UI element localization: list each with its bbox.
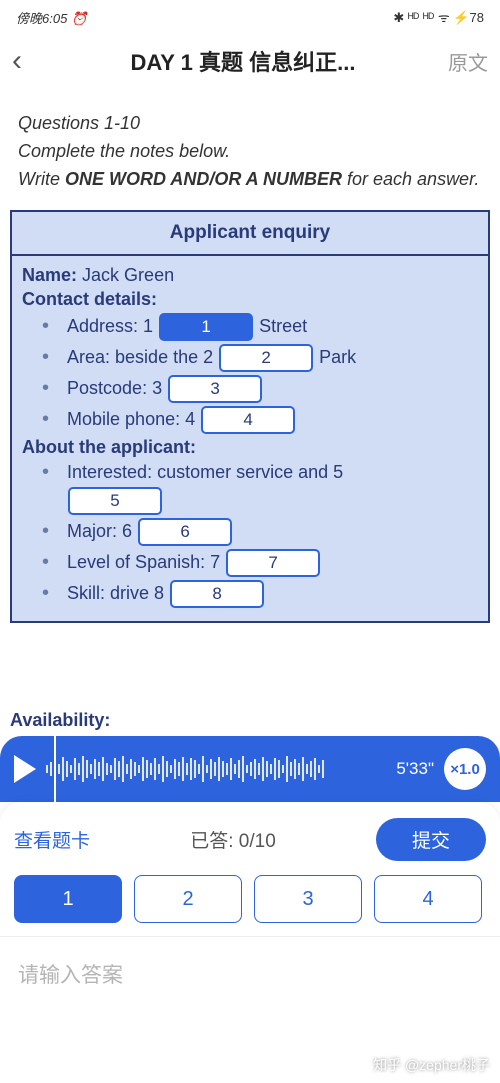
blank-5[interactable]: 5 [68, 487, 162, 515]
view-card-button[interactable]: 查看题卡 [14, 826, 90, 853]
major-row: Major: 6 6 [22, 518, 478, 546]
blank-1[interactable]: 1 [159, 313, 253, 341]
progress-indicator[interactable] [54, 736, 56, 802]
interested-blank-row: 5 [22, 487, 478, 515]
question-nav-2[interactable]: 2 [134, 875, 242, 923]
mobile-row: Mobile phone: 4 4 [22, 406, 478, 434]
status-bar: 傍晚6:05 ⏰ ✱ ᴴᴰ ᴴᴰ ᯤ ⚡78 [0, 0, 500, 34]
controls-panel: 查看题卡 已答: 0/10 提交 1 2 3 4 [0, 802, 500, 937]
instruction-line: Write ONE WORD AND/OR A NUMBER for each … [18, 166, 482, 194]
instruction-line: Questions 1-10 [18, 110, 482, 138]
form-title: Applicant enquiry [12, 212, 488, 256]
instructions: Questions 1-10 Complete the notes below.… [0, 92, 500, 194]
blank-7[interactable]: 7 [226, 549, 320, 577]
blank-4[interactable]: 4 [201, 406, 295, 434]
instruction-line: Complete the notes below. [18, 138, 482, 166]
question-nav-1[interactable]: 1 [14, 875, 122, 923]
answered-count: 已答: 0/10 [190, 826, 276, 853]
audio-duration: 5'33" [396, 759, 434, 779]
original-text-button[interactable]: 原文 [448, 47, 488, 76]
blank-3[interactable]: 3 [168, 375, 262, 403]
question-nav-3[interactable]: 3 [254, 875, 362, 923]
availability-heading: Availability: [10, 710, 110, 731]
waveform[interactable] [46, 754, 386, 784]
name-row: Name: Jack Green [22, 265, 478, 286]
interested-row: Interested: customer service and 5 [22, 461, 478, 484]
question-nav-4[interactable]: 4 [374, 875, 482, 923]
about-heading: About the applicant: [22, 437, 478, 458]
answer-input[interactable]: 请输入答案 [0, 936, 500, 1011]
play-button[interactable] [14, 755, 36, 783]
spanish-row: Level of Spanish: 7 7 [22, 549, 478, 577]
blank-2[interactable]: 2 [219, 344, 313, 372]
blank-8[interactable]: 8 [170, 580, 264, 608]
playback-speed-button[interactable]: ×1.0 [444, 748, 486, 790]
question-number-row: 1 2 3 4 [14, 875, 486, 923]
postcode-row: Postcode: 3 3 [22, 375, 478, 403]
status-icons: ✱ ᴴᴰ ᴴᴰ ᯤ ⚡78 [393, 8, 484, 26]
contact-heading: Contact details: [22, 289, 478, 310]
header: ‹ DAY 1 真题 信息纠正... 原文 [0, 34, 500, 92]
page-title: DAY 1 真题 信息纠正... [38, 45, 448, 77]
audio-player: 5'33" ×1.0 [0, 736, 500, 802]
address-row: Address: 1 1 Street [22, 313, 478, 341]
area-row: Area: beside the 2 2 Park [22, 344, 478, 372]
status-time: 傍晚6:05 ⏰ [16, 8, 87, 27]
applicant-form: Applicant enquiry Name: Jack Green Conta… [10, 210, 490, 623]
submit-button[interactable]: 提交 [376, 818, 486, 861]
blank-6[interactable]: 6 [138, 518, 232, 546]
skill-row: Skill: drive 8 8 [22, 580, 478, 608]
back-button[interactable]: ‹ [12, 44, 38, 78]
watermark: 知乎 @zepher桃子 [373, 1055, 490, 1075]
